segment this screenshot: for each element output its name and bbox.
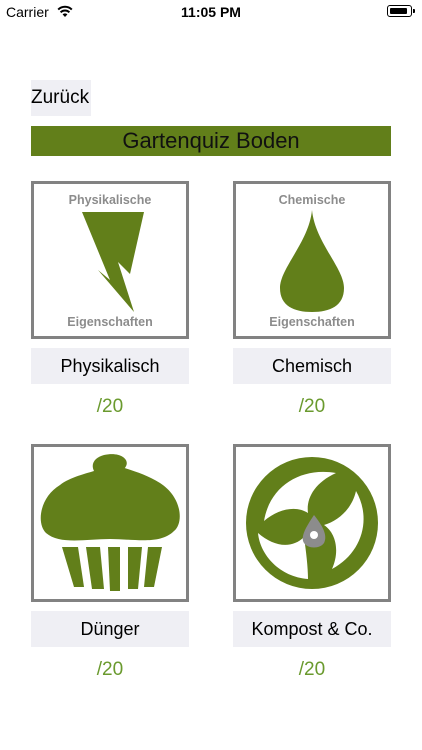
cupcake-icon bbox=[40, 454, 180, 591]
score-chemisch: /20 bbox=[298, 396, 326, 417]
category-image-chemisch[interactable]: Chemische Eigenschaften bbox=[233, 181, 391, 339]
category-button-duenger[interactable]: Dünger bbox=[31, 611, 189, 647]
icon-bottom-text: Eigenschaften bbox=[269, 315, 354, 329]
score-kompost: /20 bbox=[298, 659, 326, 680]
lightning-icon: Physikalische Eigenschaften bbox=[67, 193, 152, 329]
category-image-kompost[interactable] bbox=[233, 444, 391, 602]
category-image-physikalisch[interactable]: Physikalische Eigenschaften bbox=[31, 181, 189, 339]
score-duenger: /20 bbox=[96, 659, 124, 680]
icon-top-text: Physikalische bbox=[69, 193, 152, 207]
category-image-duenger[interactable] bbox=[31, 444, 189, 602]
category-button-kompost[interactable]: Kompost & Co. bbox=[233, 611, 391, 647]
status-bar: Carrier 11:05 PM bbox=[0, 0, 422, 24]
score-physikalisch: /20 bbox=[96, 396, 124, 417]
category-button-chemisch[interactable]: Chemisch bbox=[233, 348, 391, 384]
compost-cycle-icon bbox=[246, 457, 378, 589]
status-time: 11:05 PM bbox=[181, 4, 241, 20]
category-button-physikalisch[interactable]: Physikalisch bbox=[31, 348, 189, 384]
icon-bottom-text: Eigenschaften bbox=[67, 315, 152, 329]
icon-top-text: Chemische bbox=[279, 193, 346, 207]
page-title: Gartenquiz Boden bbox=[31, 126, 391, 156]
droplet-icon: Chemische Eigenschaften bbox=[269, 193, 354, 329]
battery-icon bbox=[387, 5, 415, 17]
back-button[interactable]: Zurück bbox=[31, 80, 91, 116]
